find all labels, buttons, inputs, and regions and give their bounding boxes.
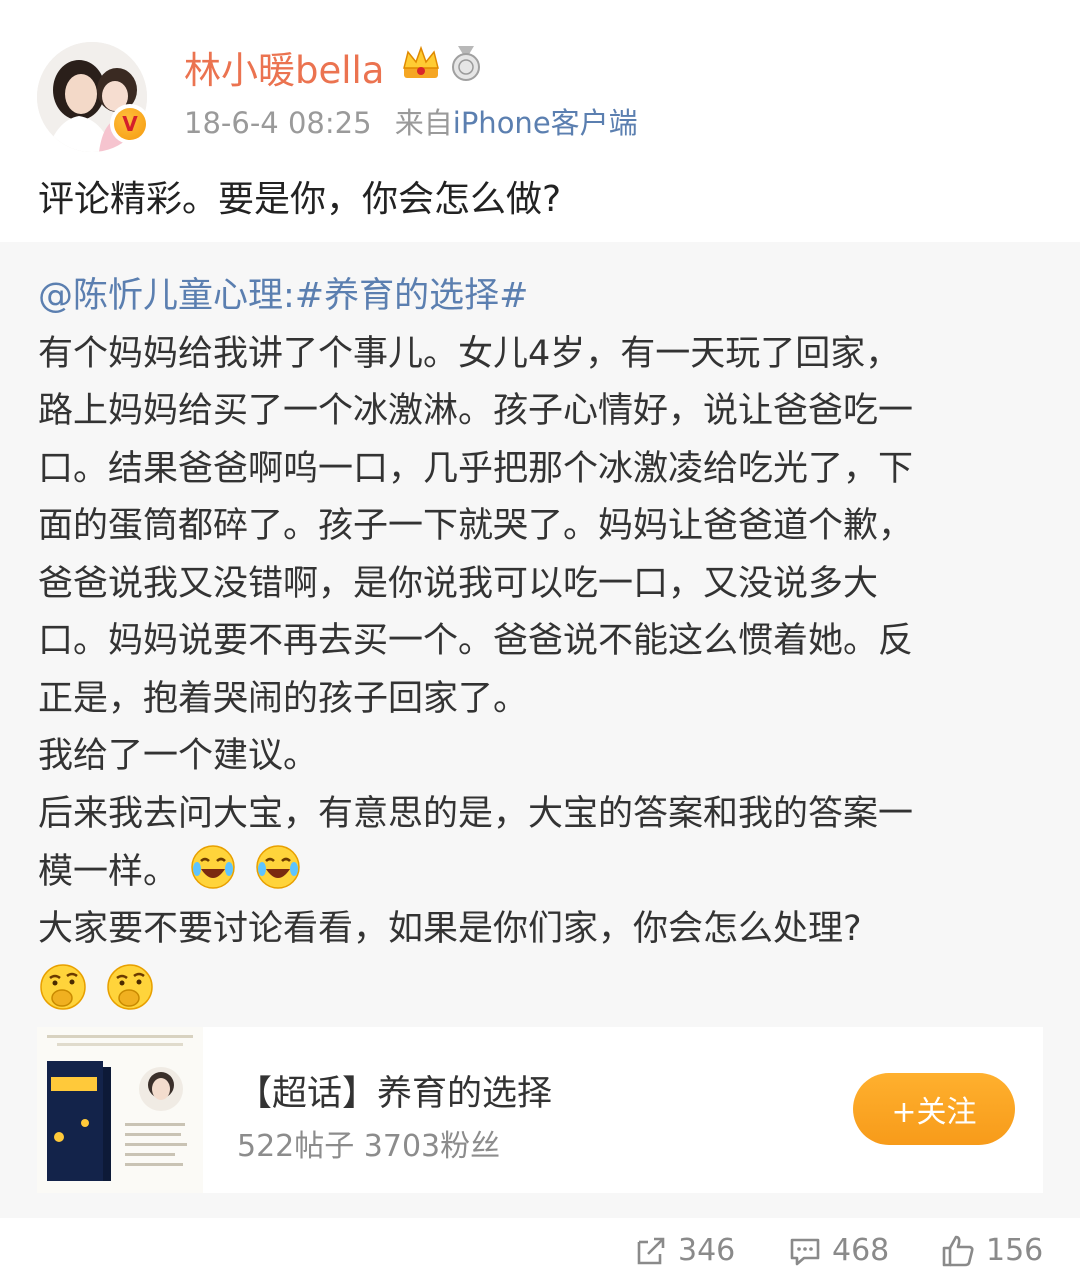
book-cover-image (37, 1027, 203, 1193)
mention-link[interactable]: @陈忻儿童心理:#养育的选择# (38, 268, 1048, 326)
topic-title[interactable]: 【超话】养育的选择 (237, 1065, 552, 1116)
repost-line: 口。结果爸爸啊呜一口，几乎把那个冰激凌给吃光了，下 (38, 448, 914, 489)
laugh-cry-emoji (191, 845, 235, 889)
post-timestamp: 18-6-4 08:25 (184, 106, 372, 140)
repost-line: 有个妈妈给我讲了个事儿。女儿4岁，有一天玩了回家， (38, 333, 901, 374)
repost-line: 口。妈妈说要不再去买一个。爸爸说不能这么惯着她。反 (38, 621, 914, 661)
like-button[interactable]: 156 (940, 1233, 1043, 1268)
comment-icon (790, 1238, 820, 1265)
comment-button[interactable]: 468 (788, 1233, 889, 1268)
medal-icon (452, 46, 480, 81)
verified-badge-icon: V (110, 104, 150, 144)
repost-line: 正是，抱着哭闹的孩子回家了。 (38, 678, 529, 719)
repost-line: 后来我去问大宝，有意思的是，大宝的答案和我的答案一 (38, 793, 914, 834)
crown-icon (403, 45, 439, 78)
laugh-cry-emoji (256, 845, 301, 889)
repost-line: 面的蛋筒都碎了。孩子一下就哭了。妈妈让爸爸道个歉， (38, 506, 914, 546)
post-text: 评论精彩。要是你，你会怎么做? (38, 179, 562, 220)
post-meta: 18-6-4 08:25 来自iPhone客户端 (184, 100, 638, 142)
repost-line-text: 模一样。 (38, 852, 179, 892)
action-bar: 346 468 156 (0, 1218, 1080, 1284)
repost-count: 346 (678, 1233, 736, 1268)
post-header: V 林小暖bella 18-6-4 08:25 来自iPhone客户端 评论精彩… (0, 0, 1080, 240)
repost-icon (637, 1237, 665, 1264)
emoji-row (38, 958, 1048, 1020)
username[interactable]: 林小暖bella (184, 40, 384, 94)
thinking-emoji (107, 964, 153, 1010)
super-topic-card[interactable]: 【超话】养育的选择 522帖子 3703粉丝 +关注 (37, 1027, 1043, 1193)
repost-line: 我给了一个建议。 (38, 736, 319, 776)
reposted-content[interactable]: @陈忻儿童心理:#养育的选择# 有个妈妈给我讲了个事儿。女儿4岁，有一天玩了回家… (0, 242, 1080, 1218)
thinking-emoji (40, 964, 86, 1010)
repost-line: 大家要不要讨论看看，如果是你们家，你会怎么处理? (38, 908, 862, 949)
comment-count: 468 (832, 1233, 890, 1268)
repost-line: 爸爸说我又没错啊，是你说我可以吃一口，又没说多大 (38, 563, 879, 604)
repost-line-with-emoji: 模一样。 (38, 843, 1048, 901)
repost-line: 路上妈妈给买了一个冰激淋。孩子心情好，说让爸爸吃一 (38, 391, 914, 431)
like-count: 156 (986, 1233, 1044, 1268)
follow-button[interactable]: +关注 (853, 1073, 1015, 1145)
repost-button[interactable]: 346 (634, 1233, 735, 1268)
source-prefix: 来自 (394, 106, 453, 140)
like-icon (942, 1235, 974, 1266)
source-link[interactable]: iPhone客户端 (453, 106, 638, 140)
topic-stats: 522帖子 3703粉丝 (237, 1129, 501, 1164)
